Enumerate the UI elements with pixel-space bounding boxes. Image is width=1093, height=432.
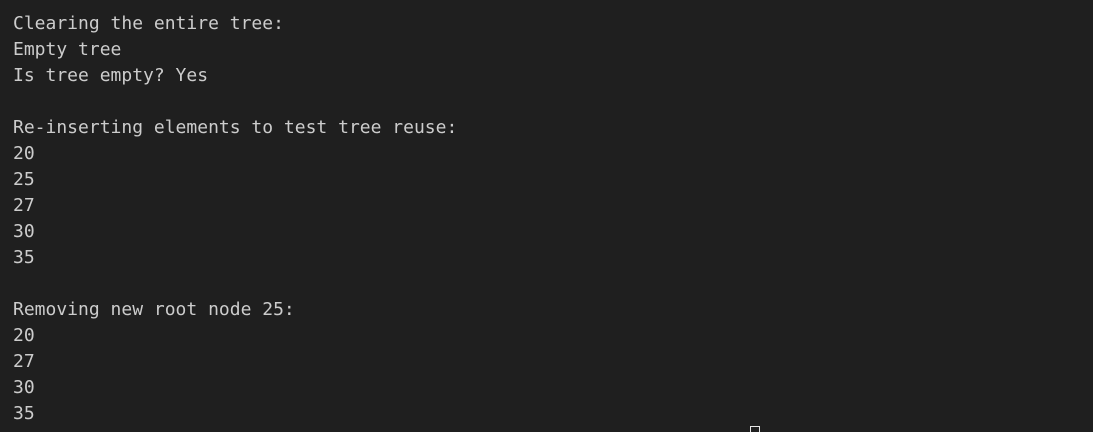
output-line: 35 <box>13 403 35 424</box>
output-line: 30 <box>13 221 35 242</box>
output-line: Clearing the entire tree: <box>13 13 284 34</box>
terminal-cursor <box>750 426 760 432</box>
output-line: 20 <box>13 143 35 164</box>
output-line: Empty tree <box>13 39 122 60</box>
output-line: Removing new root node 25: <box>13 299 295 320</box>
output-line: 27 <box>13 195 35 216</box>
output-line: 35 <box>13 247 35 268</box>
output-line: 27 <box>13 351 35 372</box>
output-line: Re-inserting elements to test tree reuse… <box>13 117 458 138</box>
output-line: Is tree empty? Yes <box>13 65 209 86</box>
output-line: 30 <box>13 377 35 398</box>
terminal-output[interactable]: Clearing the entire tree: Empty tree Is … <box>0 0 1093 432</box>
output-line: 20 <box>13 325 35 346</box>
output-line: 25 <box>13 169 35 190</box>
